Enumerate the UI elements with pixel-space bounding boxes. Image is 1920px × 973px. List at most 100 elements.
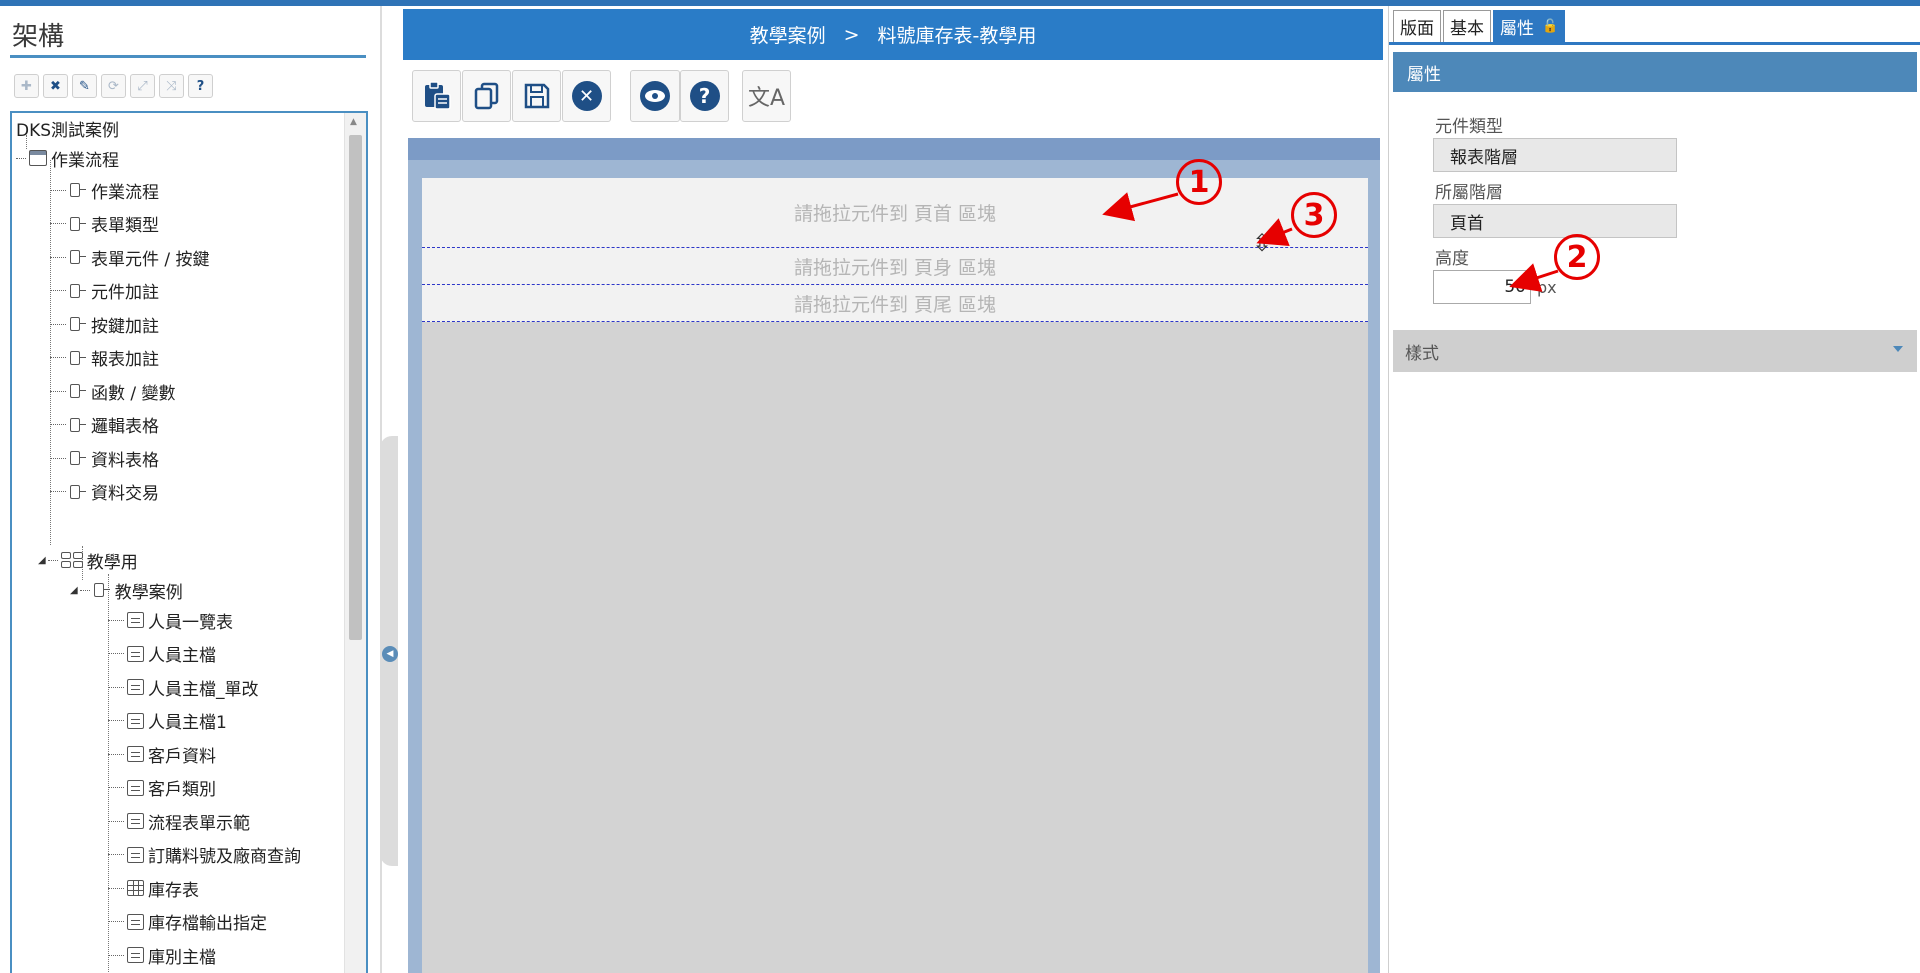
unlock-icon[interactable]: 🔓 xyxy=(1542,19,1558,34)
panel-splitter[interactable]: ◀ xyxy=(378,6,400,973)
tree-item-workflow-root[interactable]: 作業流程 xyxy=(16,143,119,173)
panel-title: 架構 xyxy=(12,22,65,52)
tree-item-category[interactable]: 表單元件 / 按鍵 xyxy=(50,242,210,272)
annotation-marker-3: 3 xyxy=(1291,192,1337,238)
tree-scrollbar[interactable]: ▲ xyxy=(344,113,366,973)
height-input[interactable] xyxy=(1433,270,1531,304)
tree-item-teaching[interactable]: ◢ 教學用 xyxy=(38,545,138,575)
tree-item-leaf[interactable]: 人員一覽表 xyxy=(108,605,233,635)
form-icon xyxy=(127,813,144,829)
breadcrumb-parent[interactable]: 教學案例 xyxy=(750,21,826,48)
edit-icon: ✎ xyxy=(79,78,90,94)
tree-connector xyxy=(108,787,124,788)
tab-label: 屬性 xyxy=(1500,19,1534,39)
component-type-value: 報表階層 xyxy=(1450,147,1518,168)
tree-connector xyxy=(50,357,66,358)
tree-connector xyxy=(50,256,66,258)
tree-item-label: 流程表單示範 xyxy=(148,813,250,834)
tree-item-label: 資料交易 xyxy=(91,484,159,504)
tree-root-label: DKS測試案例 xyxy=(16,120,120,141)
collapse-panel-icon[interactable]: ◀ xyxy=(382,646,398,662)
scroll-up-icon[interactable]: ▲ xyxy=(350,117,357,127)
band-page-footer[interactable]: 請拖拉元件到 頁尾 區塊 xyxy=(422,285,1368,322)
table-icon xyxy=(127,880,144,896)
tree-item-label: 表單類型 xyxy=(91,216,159,236)
resize-cursor-icon[interactable]: ⇳ xyxy=(1252,231,1272,255)
close-button[interactable]: ✕ xyxy=(562,70,611,122)
translate-button[interactable]: 文A xyxy=(742,70,791,122)
window-icon xyxy=(29,150,47,166)
edit-node-button[interactable]: ✎ xyxy=(72,74,97,98)
tree-item-leaf[interactable]: 客戶資料 xyxy=(108,739,216,769)
tree-item-category[interactable]: 邏輯表格 xyxy=(50,410,159,440)
tree-connector xyxy=(50,323,66,325)
help-button[interactable]: ? xyxy=(680,70,729,122)
save-button[interactable] xyxy=(512,70,561,122)
tree-item-label: 庫存檔輸出指定 xyxy=(148,914,267,934)
style-section-header[interactable]: 樣式 xyxy=(1393,330,1917,372)
tree-item-leaf[interactable]: 庫存表 xyxy=(108,873,199,903)
band-page-header[interactable]: 請拖拉元件到 頁首 區塊 xyxy=(422,178,1368,248)
paste-button[interactable] xyxy=(412,70,461,122)
tree-item-leaf[interactable]: 庫存檔輸出指定 xyxy=(108,907,267,937)
preview-button[interactable] xyxy=(630,70,680,122)
node-icon xyxy=(93,582,111,598)
tree-item-category[interactable]: 資料表格 xyxy=(50,443,159,473)
properties-section-header[interactable]: 屬性 xyxy=(1393,52,1917,92)
tree-item-label: 庫存表 xyxy=(148,880,199,901)
tree-root[interactable]: DKS測試案例 xyxy=(16,113,119,143)
form-icon xyxy=(127,679,144,695)
tree-connector xyxy=(108,820,124,822)
tab-basic[interactable]: 基本 xyxy=(1443,10,1491,42)
app-window: 架構 ✚ ✖ ✎ ⟳ ⤢ ⤨ ? DKS測試案例 作業流程 作業流程 表單類型 … xyxy=(0,0,1920,973)
tree-item-leaf[interactable]: 人員主檔 xyxy=(108,639,216,669)
tree-item-category[interactable]: 函數 / 變數 xyxy=(50,376,176,406)
tree-connector xyxy=(16,157,26,159)
tree-connector xyxy=(108,921,124,922)
tree-connector xyxy=(50,457,66,459)
tree-item-leaf[interactable]: 訂購料號及廠商查詢 xyxy=(108,840,301,870)
style-section-title: 樣式 xyxy=(1405,343,1439,364)
tree-item-category[interactable]: 元件加註 xyxy=(50,276,159,306)
node-icon xyxy=(69,417,87,433)
tree-item-label: 人員主檔 xyxy=(148,646,216,666)
tree-item-teaching-case[interactable]: ◢ 教學案例 xyxy=(70,575,183,605)
height-label: 高度 xyxy=(1435,249,1469,269)
tree-item-leaf[interactable]: 人員主檔_單改 xyxy=(108,672,259,702)
tree-item-label: 客戶類別 xyxy=(148,780,216,800)
tab-layout[interactable]: 版面 xyxy=(1393,10,1441,42)
tree-item-category[interactable]: 作業流程 xyxy=(50,175,159,205)
expand-all-button[interactable]: ⤢ xyxy=(130,74,155,98)
collapse-arrow-icon[interactable]: ◢ xyxy=(70,585,78,596)
caret-down-icon xyxy=(1893,346,1903,352)
report-canvas[interactable]: 請拖拉元件到 頁首 區塊 請拖拉元件到 頁身 區塊 請拖拉元件到 頁尾 區塊 ⇳ xyxy=(422,178,1368,973)
add-node-button[interactable]: ✚ xyxy=(14,74,39,98)
clipboard-icon xyxy=(424,81,451,110)
tree-item-leaf[interactable]: 人員主檔1 xyxy=(108,706,227,736)
breadcrumb-current: 料號庫存表-教學用 xyxy=(877,25,1037,47)
tree-item-label: 元件加註 xyxy=(91,283,159,303)
tree-item-category[interactable]: 資料交易 xyxy=(50,477,159,507)
annotation-marker-2: 2 xyxy=(1554,234,1600,280)
refresh-button[interactable]: ⟳ xyxy=(101,74,126,98)
tree-item-leaf[interactable]: 客戶類別 xyxy=(108,773,216,803)
node-icon xyxy=(69,350,87,366)
collapse-arrow-icon[interactable]: ◢ xyxy=(38,555,46,566)
delete-icon: ✖ xyxy=(50,78,61,94)
tree-connector xyxy=(108,619,124,621)
tree-item-leaf[interactable]: 流程表單示範 xyxy=(108,806,250,836)
tree-item-leaf[interactable]: 庫別主檔 xyxy=(108,940,216,970)
tree-item-category[interactable]: 表單類型 xyxy=(50,209,159,239)
copy-button[interactable] xyxy=(462,70,511,122)
tree-item-category[interactable]: 報表加註 xyxy=(50,343,159,373)
tab-properties[interactable]: 屬性 🔓 xyxy=(1493,10,1566,42)
properties-panel: 版面 基本 屬性 🔓 屬性 元件類型 報表階層 所屬階層 頁首 高度 px 樣式 xyxy=(1388,6,1920,973)
scroll-thumb[interactable] xyxy=(349,135,362,640)
band-page-body[interactable]: 請拖拉元件到 頁身 區塊 xyxy=(422,248,1368,285)
help-button[interactable]: ? xyxy=(188,74,213,98)
component-type-field: 報表階層 xyxy=(1433,138,1677,172)
tree-item-category[interactable]: 按鍵加註 xyxy=(50,309,159,339)
tree-connector xyxy=(108,686,124,688)
shuffle-button[interactable]: ⤨ xyxy=(159,74,184,98)
delete-node-button[interactable]: ✖ xyxy=(43,74,68,98)
